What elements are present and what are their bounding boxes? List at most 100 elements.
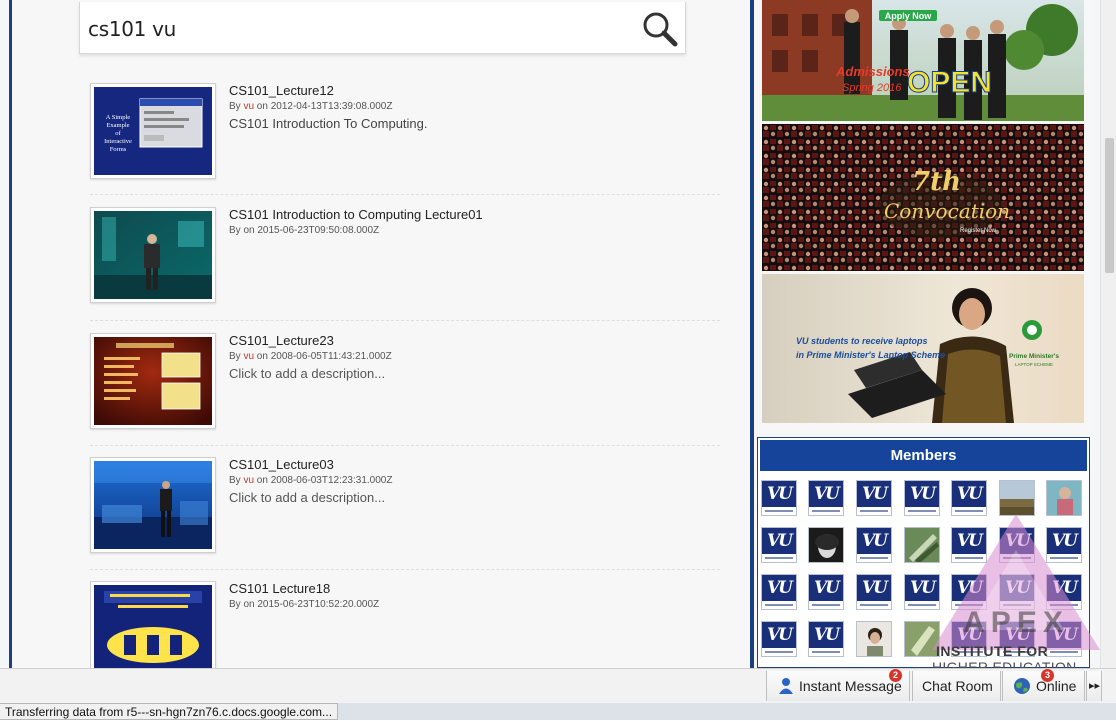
member-avatar[interactable]: VU [808,621,844,657]
video-thumbnail[interactable] [90,457,216,553]
thumbnail-image [94,211,212,299]
vu-logo-icon: VU [809,622,843,656]
member-avatar[interactable]: VU [1046,574,1082,610]
member-avatar[interactable]: VU [951,527,987,563]
admissions-open-text: OPEN [907,66,992,99]
members-header: Members [760,440,1087,471]
on-label: on [256,475,268,486]
video-thumbnail[interactable] [90,333,216,429]
result-date: 2008-06-05T11:43:21.000Z [270,351,392,362]
member-avatar[interactable]: VU [808,480,844,516]
search-icon[interactable] [640,9,680,49]
video-thumbnail[interactable] [90,207,216,303]
by-label: By [229,599,241,610]
scrollbar-thumb[interactable] [1105,138,1114,273]
video-thumbnail[interactable] [90,581,216,668]
chat-room-label: Chat Room [922,678,993,694]
member-avatar[interactable]: VU [856,574,892,610]
result-item[interactable]: CS101 Introduction to Computing Lecture0… [90,207,720,317]
chat-room-button[interactable]: Chat Room [912,671,1001,701]
vu-logo-icon: VU [1047,575,1081,609]
thumb-text: Interactive [104,138,132,145]
member-avatar-photo[interactable] [856,621,892,657]
landscape-photo-icon [1000,481,1034,515]
vu-logo-icon: VU [762,575,796,609]
status-bar: Transferring data from r5---sn-hgn7zn76.… [0,703,1116,720]
result-description: CS101 Introduction To Computing. [229,116,428,131]
result-meta: By vu on 2008-06-05T11:43:21.000Z [229,351,392,362]
result-title[interactable]: CS101_Lecture03 [229,457,334,472]
by-label: By [229,475,241,486]
vu-logo-icon: VU [762,481,796,515]
thumbnail-image [94,585,212,668]
member-avatar-photo[interactable] [904,621,940,657]
search-input[interactable]: cs101 vu [88,17,176,41]
member-avatar[interactable]: VU [761,480,797,516]
video-thumbnail[interactable]: A Simple Example of Interactive Forms [90,83,216,179]
by-label: By [229,101,241,112]
vu-logo-icon: VU [1000,528,1034,562]
member-avatar[interactable]: VU [761,574,797,610]
convocation-title: Convocation [884,199,1010,223]
result-description[interactable]: Click to add a description... [229,366,385,381]
laptop-scheme-banner-image: Prime Minister's LAPTOP SCHEME VU studen… [762,274,1084,423]
member-avatar[interactable]: VU [951,480,987,516]
member-avatar[interactable]: VU [808,574,844,610]
on-label: on [256,101,268,112]
member-avatar-photo[interactable] [999,480,1035,516]
member-avatar[interactable]: VU [999,527,1035,563]
result-title[interactable]: CS101 Lecture18 [229,581,330,596]
member-avatar[interactable]: VU [761,621,797,657]
vu-logo-icon: VU [905,481,939,515]
member-avatar-photo[interactable] [1046,480,1082,516]
vu-logo-icon: VU [809,481,843,515]
member-avatar[interactable]: VU [1046,527,1082,563]
member-avatar[interactable]: VU [951,574,987,610]
laptop-scheme-banner[interactable]: Prime Minister's LAPTOP SCHEME VU studen… [762,274,1084,423]
result-title[interactable]: CS101_Lecture23 [229,333,334,348]
result-meta: By vu on 2008-06-03T12:23:31.000Z [229,475,392,486]
thumbnail-image: A Simple Example of Interactive Forms [94,87,212,175]
result-title[interactable]: CS101 Introduction to Computing Lecture0… [229,207,483,222]
thumb-text: Example [106,122,129,129]
result-item[interactable]: CS101 Lecture18 By on 2015-06-23T10:52:2… [90,581,720,668]
member-avatar[interactable]: VU [904,480,940,516]
member-avatar[interactable]: VU [856,527,892,563]
laptop-logo-line1: Prime Minister's [1009,353,1059,360]
member-avatar[interactable]: VU [856,480,892,516]
laptop-line2: in Prime Minister's Laptop Scheme [796,350,945,360]
convocation-register: Register Now [960,228,997,234]
member-avatar[interactable]: VU [1046,621,1082,657]
result-user-link[interactable]: vu [243,351,254,362]
online-button[interactable]: Online 3 [1002,669,1085,701]
vu-logo-icon: VU [857,528,891,562]
admissions-banner[interactable]: Apply Now Admissions Spring 2016 OPEN [762,0,1084,121]
vu-logo-icon: VU [905,575,939,609]
online-badge: 3 [1041,669,1054,682]
vu-logo-icon: VU [1000,575,1034,609]
vertical-scrollbar[interactable] [1100,0,1116,668]
result-description[interactable]: Click to add a description... [229,490,385,505]
result-item[interactable]: CS101_Lecture23 By vu on 2008-06-05T11:4… [90,333,720,443]
result-title[interactable]: CS101_Lecture12 [229,83,334,98]
result-user-link[interactable]: vu [243,475,254,486]
member-avatar-photo[interactable] [808,527,844,563]
laptop-logo-line2: LAPTOP SCHEME [1015,362,1053,367]
vu-logo-icon: VU [762,622,796,656]
user-chat-icon [779,678,793,694]
chat-bar-expand-button[interactable]: ▸▸ [1086,671,1102,701]
member-avatar[interactable]: VU [904,574,940,610]
result-user-link[interactable]: vu [243,101,254,112]
member-avatar-photo[interactable] [904,527,940,563]
instant-message-button[interactable]: Instant Message 2 [766,669,910,701]
thumb-text: of [115,130,121,137]
result-item[interactable]: CS101_Lecture03 By vu on 2008-06-03T12:2… [90,457,720,567]
result-date: 2015-06-23T09:50:08.000Z [257,225,380,236]
globe-icon [1014,678,1030,694]
by-label: By [229,225,241,236]
result-item[interactable]: A Simple Example of Interactive Forms CS… [90,83,720,193]
member-avatar[interactable]: VU [761,527,797,563]
search-box[interactable]: cs101 vu [79,2,686,54]
convocation-banner[interactable]: 7th Convocation Register Now [762,124,1084,271]
member-avatar[interactable]: VU [999,574,1035,610]
